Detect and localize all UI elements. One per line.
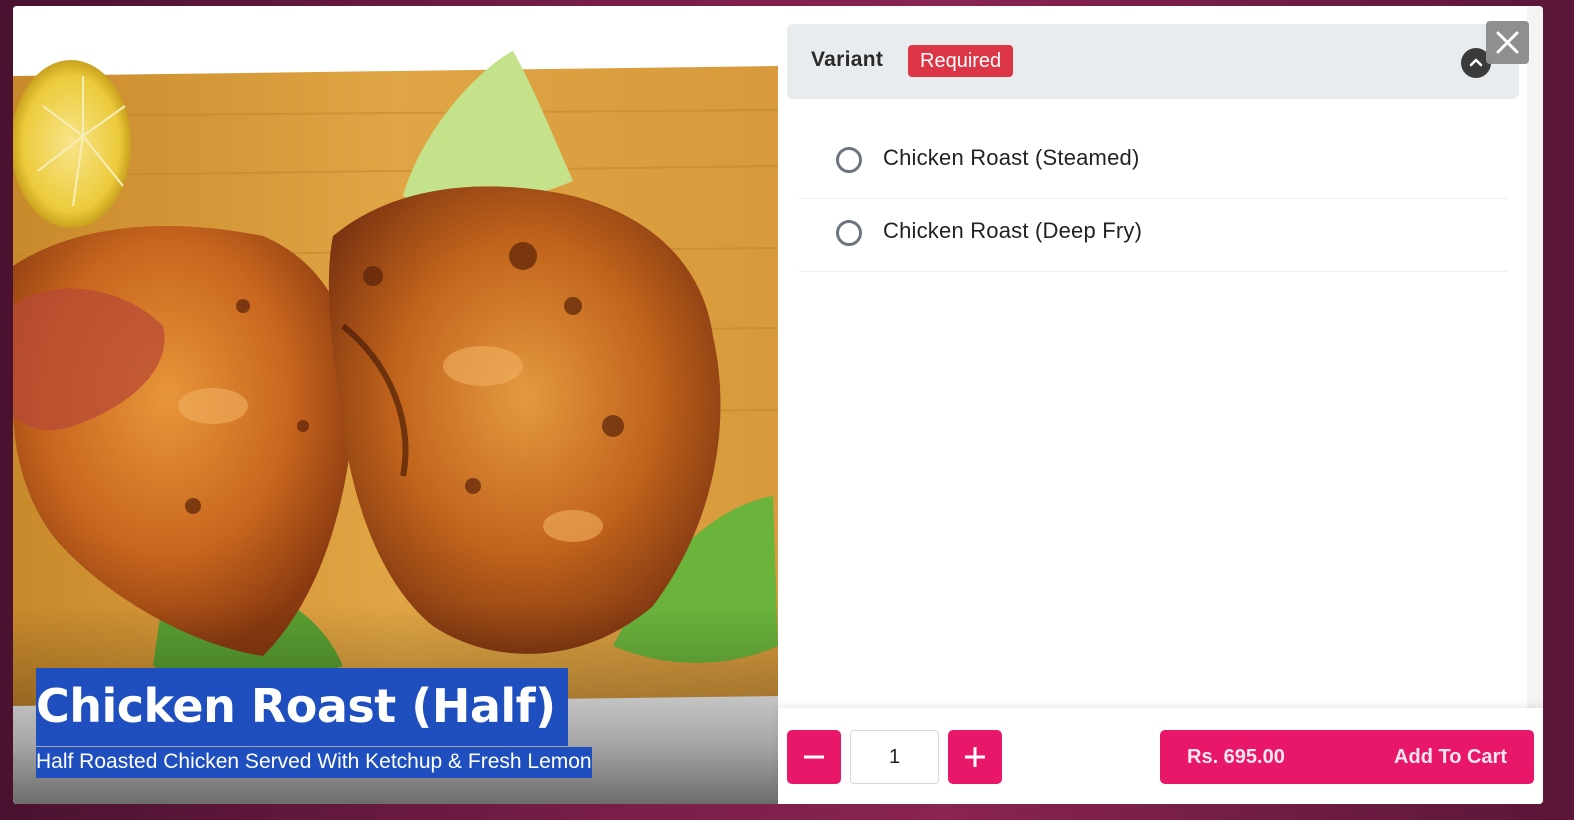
increase-quantity-button[interactable] <box>948 730 1002 784</box>
radio-button[interactable] <box>836 147 862 173</box>
variant-option-label: Chicken Roast (Deep Fry) <box>883 218 1143 243</box>
close-icon <box>1496 31 1519 54</box>
quantity-input[interactable] <box>850 730 939 784</box>
modal-footer: Rs. 695.00 Add To Cart <box>778 708 1543 804</box>
minus-icon <box>804 755 824 759</box>
variant-option[interactable]: Chicken Roast (Steamed) <box>799 126 1507 199</box>
radio-button[interactable] <box>836 220 862 246</box>
decrease-quantity-button[interactable] <box>787 730 841 784</box>
scrollbar[interactable] <box>1527 6 1543 708</box>
required-badge: Required <box>908 45 1014 77</box>
product-title: Chicken Roast (Half) <box>36 668 568 746</box>
plus-icon <box>965 747 985 767</box>
variant-header[interactable]: Variant Required <box>787 24 1519 99</box>
options-pane: Variant Required Chicken Roast (Steamed)… <box>778 6 1543 708</box>
variant-option[interactable]: Chicken Roast (Deep Fry) <box>799 199 1507 272</box>
variant-title: Variant <box>811 48 884 71</box>
price-label: Rs. 695.00 <box>1187 746 1285 768</box>
product-modal: Chicken Roast (Half) Half Roasted Chicke… <box>13 6 1543 804</box>
add-to-cart-label: Add To Cart <box>1394 746 1507 768</box>
close-button[interactable] <box>1486 21 1529 64</box>
product-description: Half Roasted Chicken Served With Ketchup… <box>36 747 592 778</box>
product-image-pane: Chicken Roast (Half) Half Roasted Chicke… <box>13 6 778 804</box>
add-to-cart-button[interactable]: Rs. 695.00 Add To Cart <box>1160 730 1534 784</box>
variant-option-label: Chicken Roast (Steamed) <box>883 145 1140 170</box>
